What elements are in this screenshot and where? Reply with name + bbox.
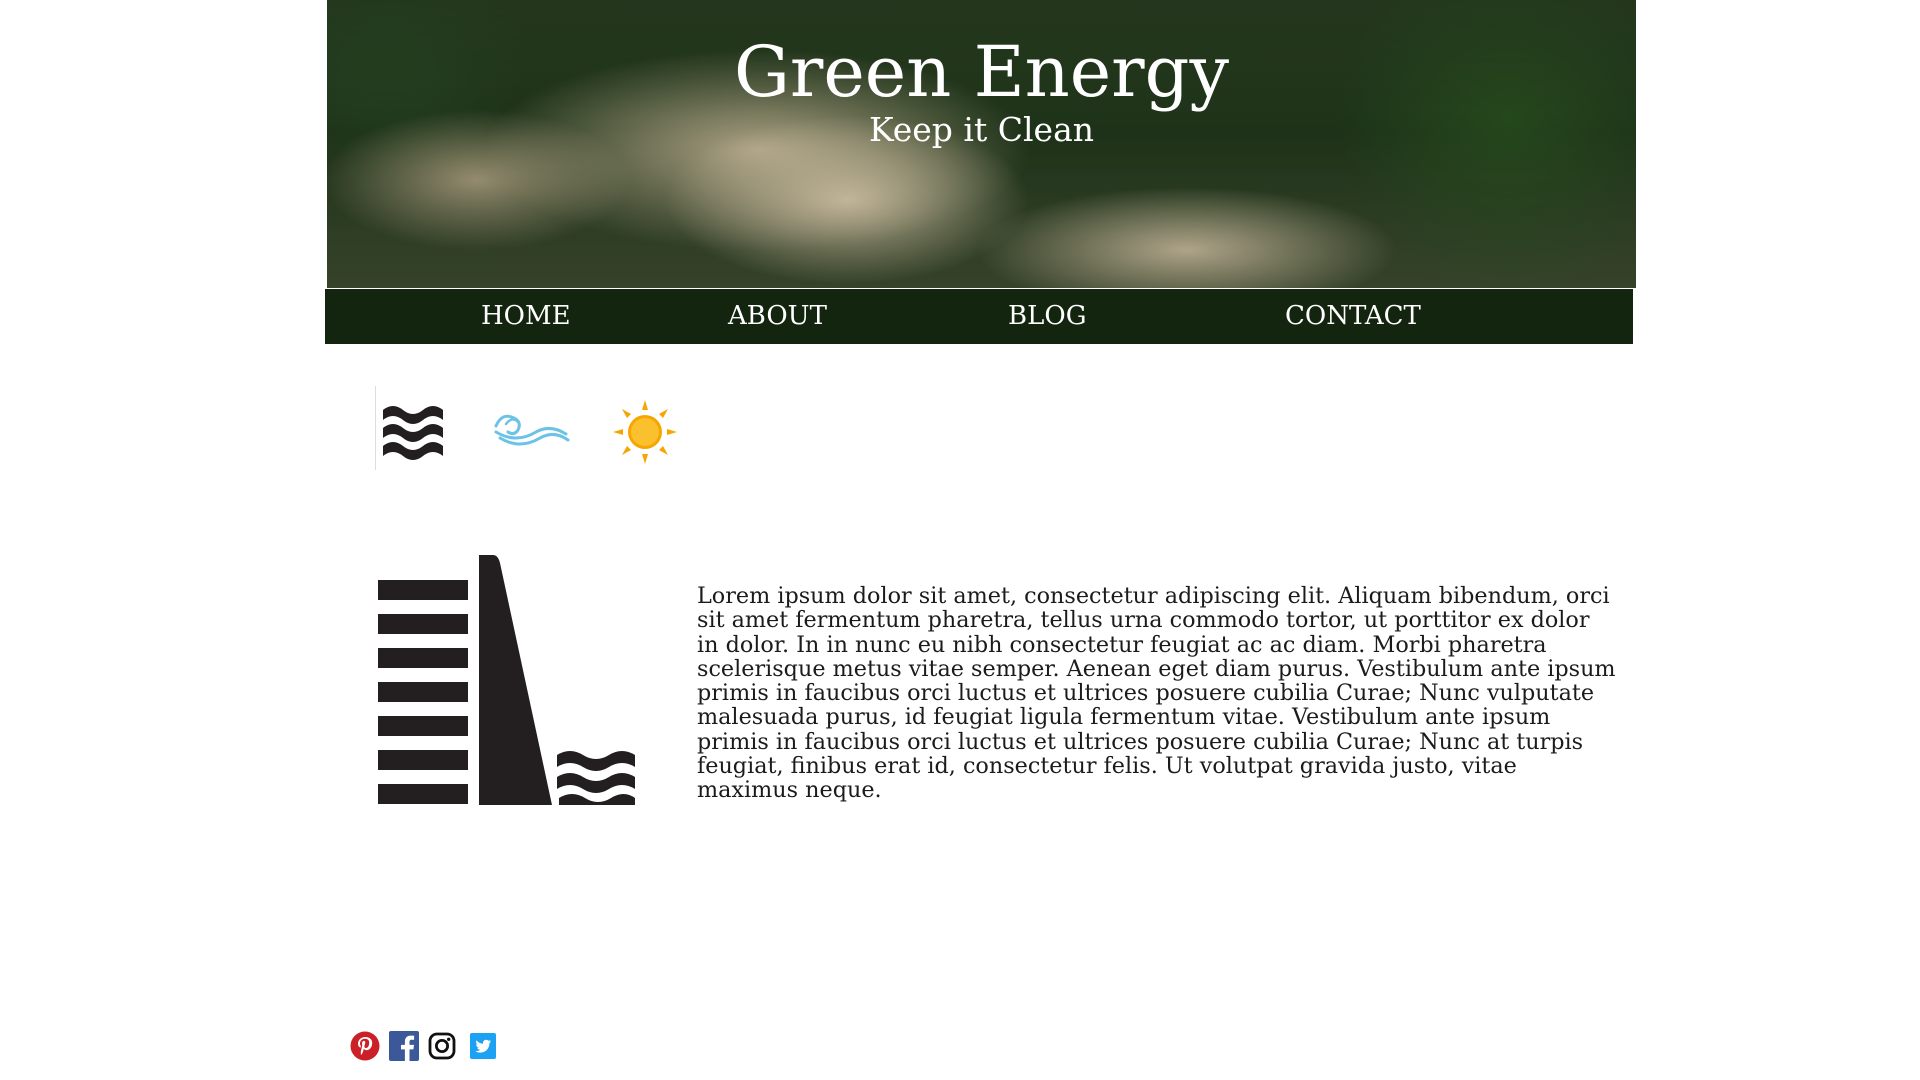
main-navigation: HOME ABOUT BLOG CONTACT	[325, 289, 1633, 344]
dam-icon	[378, 555, 635, 805]
nav-item-blog[interactable]: BLOG	[1008, 289, 1086, 344]
facebook-icon[interactable]	[389, 1031, 419, 1061]
pinterest-icon[interactable]	[350, 1031, 380, 1061]
energy-icons-row	[375, 386, 685, 472]
feature-description: Lorem ipsum dolor sit amet, consectetur …	[697, 583, 1616, 804]
nav-item-home[interactable]: HOME	[481, 289, 571, 344]
site-title[interactable]: Green Energy	[327, 32, 1636, 112]
header-banner: Green Energy Keep it Clean	[327, 0, 1636, 288]
nav-item-about[interactable]: ABOUT	[728, 289, 827, 344]
water-icon[interactable]	[375, 386, 450, 470]
nav-item-contact[interactable]: CONTACT	[1285, 289, 1421, 344]
twitter-icon[interactable]	[468, 1031, 498, 1061]
site-tagline: Keep it Clean	[868, 110, 1094, 149]
instagram-icon[interactable]	[427, 1031, 457, 1061]
sun-icon[interactable]	[612, 399, 678, 465]
wind-icon[interactable]	[492, 406, 570, 450]
